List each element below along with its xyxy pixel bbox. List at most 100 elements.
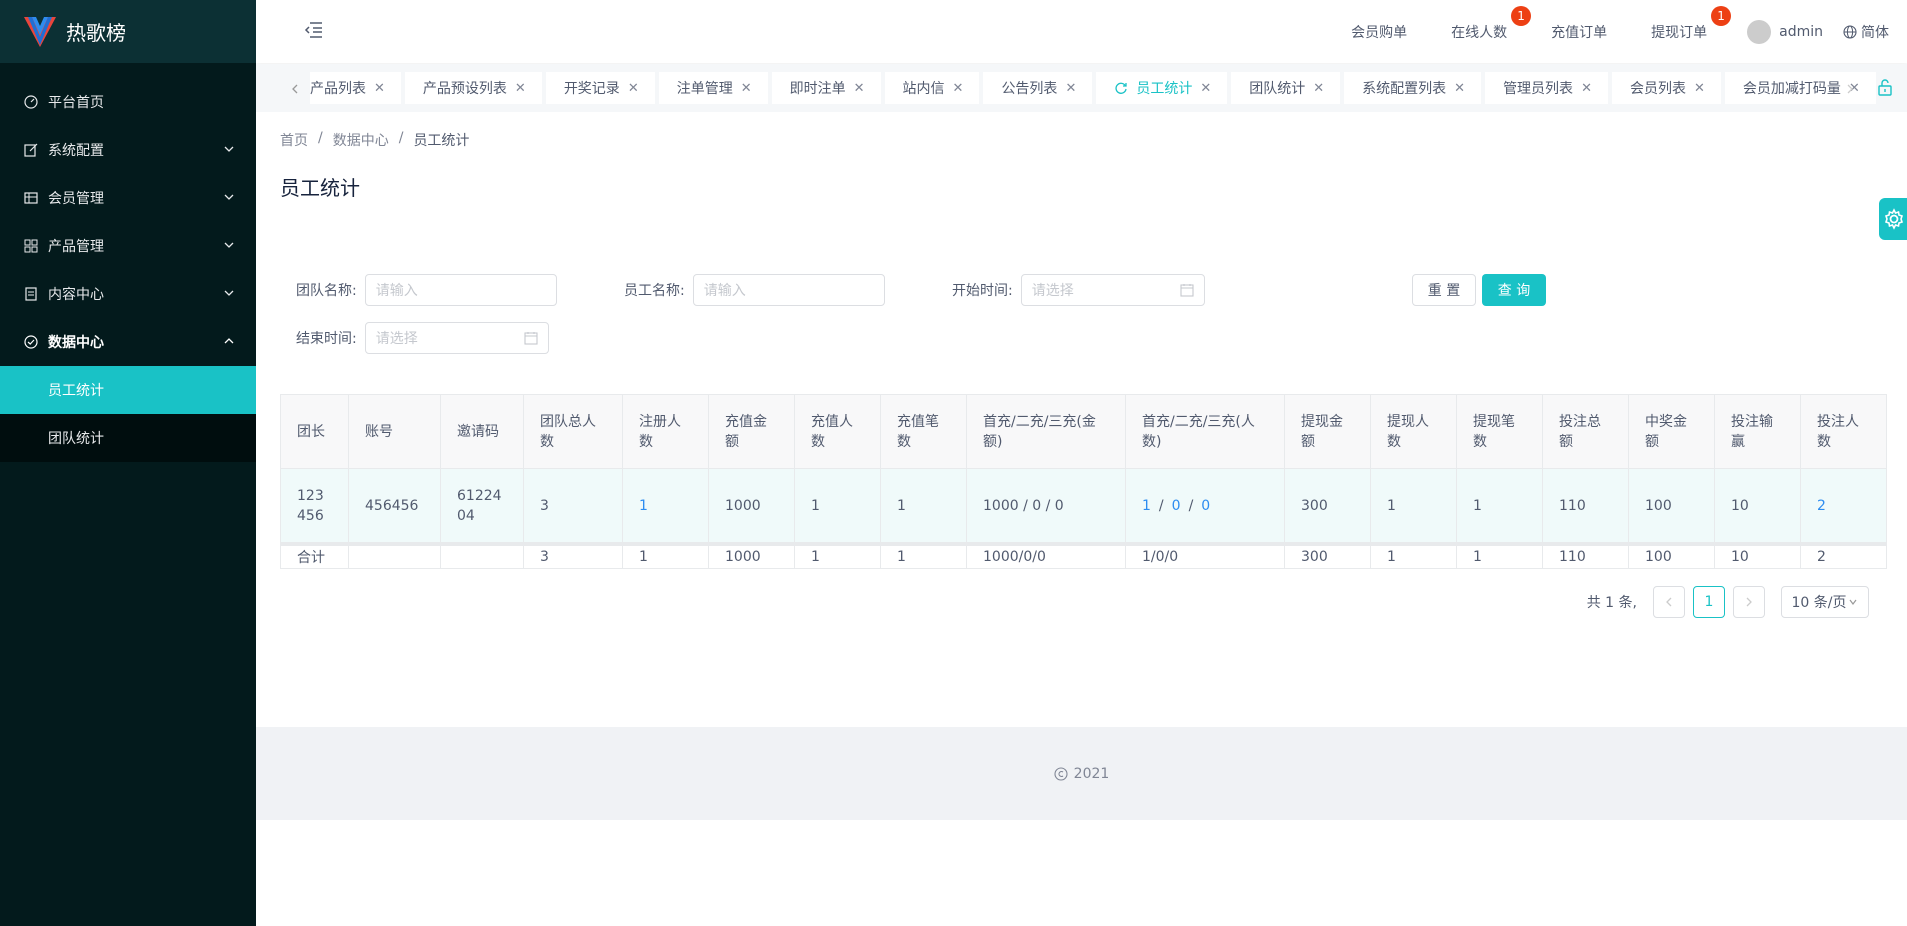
cell-bet-total: 110	[1543, 469, 1629, 543]
close-icon[interactable]: ✕	[953, 81, 964, 96]
summary-cell: 10	[1715, 546, 1801, 568]
page-size-select[interactable]: 10 条/页	[1781, 586, 1869, 618]
close-icon[interactable]: ✕	[1065, 81, 1076, 96]
unlock-icon[interactable]	[1877, 78, 1893, 96]
query-button[interactable]: 查 询	[1482, 274, 1546, 306]
sidebar-item-team-stats[interactable]: 团队统计	[0, 414, 256, 462]
close-icon[interactable]: ✕	[628, 81, 639, 96]
settings-drawer-button[interactable]	[1879, 198, 1907, 240]
sidebar-item-product-management[interactable]: 产品管理	[0, 222, 256, 270]
tab-label: 系统配置列表	[1362, 81, 1447, 97]
tabs-scroll-left-button[interactable]	[282, 74, 308, 104]
close-icon[interactable]: ✕	[1313, 81, 1324, 96]
summary-cell	[441, 546, 524, 568]
tab-label: 站内信	[902, 81, 945, 97]
tab-announcements[interactable]: 公告列表 ✕	[983, 72, 1093, 104]
cell-withdraw-count: 1	[1457, 469, 1543, 543]
tab-instant-bets[interactable]: 即时注单 ✕	[771, 72, 881, 104]
tab-product-list[interactable]: 产品列表 ✕	[310, 72, 401, 104]
staff-name-input[interactable]: 请输入	[692, 274, 885, 306]
tabs-scroll-right-button[interactable]	[1837, 74, 1863, 104]
end-time-picker[interactable]: 请选择	[364, 322, 549, 354]
chevron-down-icon	[224, 290, 234, 296]
logo-bar: 热歌榜	[0, 0, 256, 63]
reset-button[interactable]: 重 置	[1412, 274, 1476, 306]
second-recharge-link[interactable]: 0	[1172, 496, 1181, 516]
page-number-button[interactable]: 1	[1693, 586, 1725, 618]
user-menu[interactable]: admin	[1747, 19, 1823, 44]
end-time-label: 结束时间:	[296, 331, 357, 347]
close-icon[interactable]: ✕	[1581, 81, 1592, 96]
tab-product-preset-list[interactable]: 产品预设列表 ✕	[404, 72, 542, 104]
sidebar-item-member-management[interactable]: 会员管理	[0, 174, 256, 222]
tab-draw-records[interactable]: 开奖记录 ✕	[545, 72, 655, 104]
recharge-orders-link[interactable]: 充值订单	[1551, 22, 1607, 42]
menu-fold-icon[interactable]	[304, 20, 324, 40]
sidebar-item-system-config[interactable]: 系统配置	[0, 126, 256, 174]
breadcrumb-parent[interactable]: 数据中心	[333, 130, 389, 150]
prev-page-button[interactable]	[1653, 586, 1685, 618]
sidebar-item-content-center[interactable]: 内容中心	[0, 270, 256, 318]
close-icon[interactable]: ✕	[854, 81, 865, 96]
tab-system-config-list[interactable]: 系统配置列表 ✕	[1344, 72, 1482, 104]
next-page-button[interactable]	[1733, 586, 1765, 618]
tab-staff-stats[interactable]: 员工统计 ✕	[1096, 72, 1228, 104]
chevron-down-icon	[1850, 599, 1857, 605]
page-title: 员工统计	[280, 176, 360, 200]
column-header: 提现人数	[1371, 395, 1457, 469]
close-icon[interactable]: ✕	[515, 81, 526, 96]
start-time-picker[interactable]: 请选择	[1020, 274, 1205, 306]
member-orders-link[interactable]: 会员购单	[1351, 22, 1407, 42]
summary-cell: 1000/0/0	[967, 546, 1126, 568]
start-time-label: 开始时间:	[952, 283, 1013, 299]
sidebar-item-home[interactable]: 平台首页	[0, 78, 256, 126]
top-header: 会员购单 在线人数 1 充值订单 提现订单 1 admin 简体	[256, 0, 1907, 63]
table-row[interactable]: 123456 456456 6122404 3 1 1000 1 1 1000 …	[281, 469, 1886, 543]
close-icon[interactable]: ✕	[741, 81, 752, 96]
check-circle-icon	[24, 335, 38, 349]
breadcrumb-home[interactable]: 首页	[280, 130, 308, 150]
close-icon[interactable]: ✕	[1454, 81, 1465, 96]
sidebar-item-data-center[interactable]: 数据中心	[0, 318, 256, 366]
tab-member-list[interactable]: 会员列表 ✕	[1611, 72, 1721, 104]
tab-admin-list[interactable]: 管理员列表 ✕	[1485, 72, 1608, 104]
third-recharge-link[interactable]: 0	[1201, 496, 1210, 516]
breadcrumb-separator: /	[398, 130, 404, 146]
language-switch[interactable]: 简体	[1843, 22, 1889, 42]
online-users-link[interactable]: 在线人数 1	[1451, 5, 1532, 42]
team-name-input[interactable]: 请输入	[364, 274, 557, 306]
team-name-placeholder: 请输入	[375, 283, 418, 299]
refresh-icon[interactable]	[1114, 81, 1128, 95]
close-icon[interactable]: ✕	[1200, 81, 1211, 96]
summary-cell: 1	[795, 546, 881, 568]
separator: /	[1188, 497, 1194, 514]
cell-recharge-amount: 1000	[709, 469, 795, 543]
tab-label: 团队统计	[1249, 81, 1306, 97]
tab-bet-management[interactable]: 注单管理 ✕	[658, 72, 768, 104]
summary-cell: 2	[1801, 546, 1886, 568]
close-icon[interactable]: ✕	[374, 81, 385, 96]
cell-bet-people: 2	[1801, 469, 1886, 543]
withdraw-orders-link[interactable]: 提现订单 1	[1651, 5, 1732, 42]
sidebar-item-staff-stats[interactable]: 员工统计	[0, 366, 256, 414]
end-time-placeholder: 请选择	[375, 331, 418, 347]
summary-row: 合计 3 1 1000 1 1 1000/0/0 1/0/0 300 1 1 1…	[281, 546, 1886, 568]
tab-team-stats[interactable]: 团队统计 ✕	[1231, 72, 1341, 104]
bet-people-link[interactable]: 2	[1817, 496, 1826, 516]
column-header: 投注人数	[1801, 395, 1886, 469]
cell-bet-profit: 10	[1715, 469, 1801, 543]
register-count-link[interactable]: 1	[639, 496, 648, 516]
table-header-row: 团长 账号 邀请码 团队总人数 注册人数 充值金额 充值人数 充值笔数 首充/二…	[281, 395, 1886, 469]
sidebar-item-label: 团队统计	[48, 431, 104, 447]
summary-cell: 1	[1457, 546, 1543, 568]
header-actions: 会员购单 在线人数 1 充值订单 提现订单 1 admin 简体	[1351, 0, 1889, 63]
summary-label: 合计	[281, 546, 349, 568]
document-icon	[24, 287, 38, 301]
first-recharge-link[interactable]: 1	[1142, 496, 1151, 516]
close-icon[interactable]: ✕	[1694, 81, 1705, 96]
start-time-filter: 开始时间: 请选择	[952, 274, 1205, 306]
chevron-left-icon	[292, 84, 298, 94]
language-label: 简体	[1861, 24, 1889, 41]
tab-site-messages[interactable]: 站内信 ✕	[884, 72, 980, 104]
sidebar-item-label: 数据中心	[48, 335, 104, 351]
